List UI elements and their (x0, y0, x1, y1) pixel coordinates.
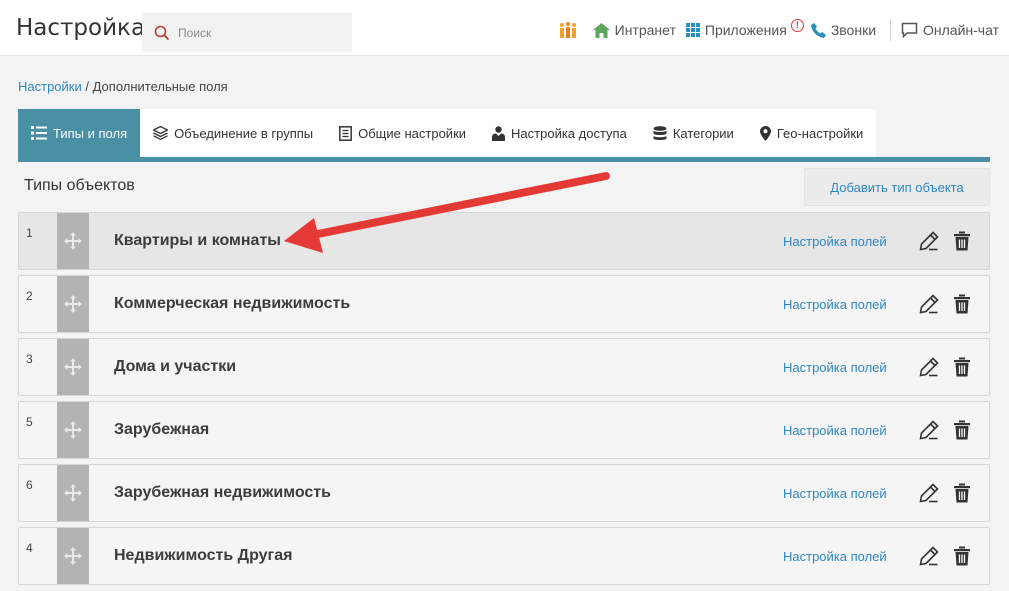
list-item: 3 Дома и участки Настройка полей (18, 338, 990, 396)
calls-label: Звонки (830, 22, 877, 38)
object-type-name: Недвижимость Другая (114, 547, 293, 564)
object-type-name: Дома и участки (114, 358, 237, 375)
phone-icon (810, 22, 826, 38)
move-icon (64, 232, 82, 250)
field-settings-link[interactable]: Настройка полей (783, 486, 887, 501)
top-bar: Настройка Интранет (0, 0, 1009, 56)
edit-icon[interactable] (919, 546, 939, 566)
field-settings-link[interactable]: Настройка полей (783, 234, 887, 249)
tab-types-and-fields[interactable]: Типы и поля (18, 109, 141, 157)
home-icon (592, 22, 610, 38)
move-icon (64, 484, 82, 502)
apps-alert-badge: ! (790, 19, 804, 32)
field-settings-link[interactable]: Настройка полей (783, 360, 887, 375)
tab-label: Настройка доступа (511, 125, 627, 141)
object-types-list: 1 Квартиры и комнаты Настройка полей 2 К… (18, 212, 990, 590)
edit-icon[interactable] (919, 420, 939, 440)
drag-handle[interactable] (57, 465, 89, 521)
people-button[interactable] (558, 21, 583, 39)
top-navigation: Интранет Приложения ! Звонки Онлайн-чат (548, 19, 999, 41)
chat-icon (901, 22, 918, 38)
list-item: 6 Зарубежная недвижимость Настройка поле… (18, 464, 990, 522)
people-icon (559, 22, 576, 38)
list-item: 5 Зарубежная Настройка полей (18, 401, 990, 459)
trash-icon[interactable] (953, 420, 971, 440)
object-type-name: Квартиры и комнаты (114, 232, 281, 249)
chat-link[interactable]: Онлайн-чат (901, 22, 999, 38)
row-number: 3 (26, 352, 33, 366)
document-icon (339, 125, 353, 141)
add-object-type-button[interactable]: Добавить тип объекта (804, 168, 990, 206)
tab-label: Типы и поля (53, 125, 128, 141)
user-tie-icon (492, 125, 506, 141)
drag-handle[interactable] (57, 276, 89, 332)
calls-link[interactable]: Звонки (810, 22, 877, 38)
drag-handle[interactable] (57, 213, 89, 269)
move-icon (64, 547, 82, 565)
intranet-label: Интранет (614, 22, 676, 38)
trash-icon[interactable] (953, 357, 971, 377)
move-icon (64, 358, 82, 376)
search-input[interactable] (178, 13, 348, 52)
tab-categories[interactable]: Категории (639, 109, 747, 157)
tabs-spacer (876, 109, 990, 157)
intranet-link[interactable]: Интранет (592, 22, 676, 38)
field-settings-link[interactable]: Настройка полей (783, 549, 887, 564)
tab-label: Категории (672, 125, 734, 141)
move-icon (64, 295, 82, 313)
edit-icon[interactable] (919, 294, 939, 314)
list-item: 4 Недвижимость Другая Настройка полей (18, 527, 990, 585)
tab-access-settings[interactable]: Настройка доступа (479, 109, 640, 157)
drag-handle[interactable] (57, 339, 89, 395)
grid-icon (685, 23, 700, 37)
tab-geo-settings[interactable]: Гео-настройки (746, 109, 877, 157)
row-number: 5 (26, 415, 33, 429)
trash-icon[interactable] (953, 294, 971, 314)
list-item: 1 Квартиры и комнаты Настройка полей (18, 212, 990, 270)
apps-link[interactable]: Приложения ! (685, 19, 804, 38)
row-number: 2 (26, 289, 33, 303)
layers-icon (153, 126, 169, 140)
search-box[interactable] (142, 13, 352, 52)
drag-handle[interactable] (57, 402, 89, 458)
row-number: 1 (26, 226, 33, 240)
tabs: Типы и поля Объединение в группы Общие н… (18, 109, 990, 162)
tabs-underline (18, 157, 990, 162)
row-number: 6 (26, 478, 33, 492)
trash-icon[interactable] (953, 546, 971, 566)
chat-label: Онлайн-чат (923, 22, 999, 38)
breadcrumb: Настройки / Дополнительные поля (18, 79, 228, 94)
breadcrumb-separator: / (81, 79, 93, 94)
edit-icon[interactable] (919, 231, 939, 251)
row-number: 4 (26, 541, 33, 555)
search-icon (154, 25, 170, 41)
list-icon (31, 126, 47, 140)
tab-label: Гео-настройки (776, 125, 864, 141)
field-settings-link[interactable]: Настройка полей (783, 423, 887, 438)
tab-label: Общие настройки (358, 125, 467, 141)
edit-icon[interactable] (919, 357, 939, 377)
database-icon (653, 125, 667, 140)
nav-divider (890, 19, 892, 41)
edit-icon[interactable] (919, 483, 939, 503)
trash-icon[interactable] (953, 231, 971, 251)
section-title: Типы объектов (24, 177, 135, 194)
tab-general-settings[interactable]: Общие настройки (326, 109, 480, 157)
object-type-name: Зарубежная недвижимость (114, 484, 331, 501)
map-pin-icon (759, 125, 771, 141)
app-title: Настройка (16, 15, 146, 41)
breadcrumb-root-link[interactable]: Настройки (18, 79, 82, 94)
field-settings-link[interactable]: Настройка полей (783, 297, 887, 312)
object-type-name: Коммерческая недвижимость (114, 295, 351, 312)
tab-label: Объединение в группы (174, 125, 314, 141)
object-type-name: Зарубежная (114, 421, 210, 438)
trash-icon[interactable] (953, 483, 971, 503)
apps-label: Приложения (704, 22, 787, 38)
list-item: 2 Коммерческая недвижимость Настройка по… (18, 275, 990, 333)
breadcrumb-current: Дополнительные поля (92, 79, 228, 94)
drag-handle[interactable] (57, 528, 89, 584)
tab-grouping[interactable]: Объединение в группы (140, 109, 327, 157)
move-icon (64, 421, 82, 439)
